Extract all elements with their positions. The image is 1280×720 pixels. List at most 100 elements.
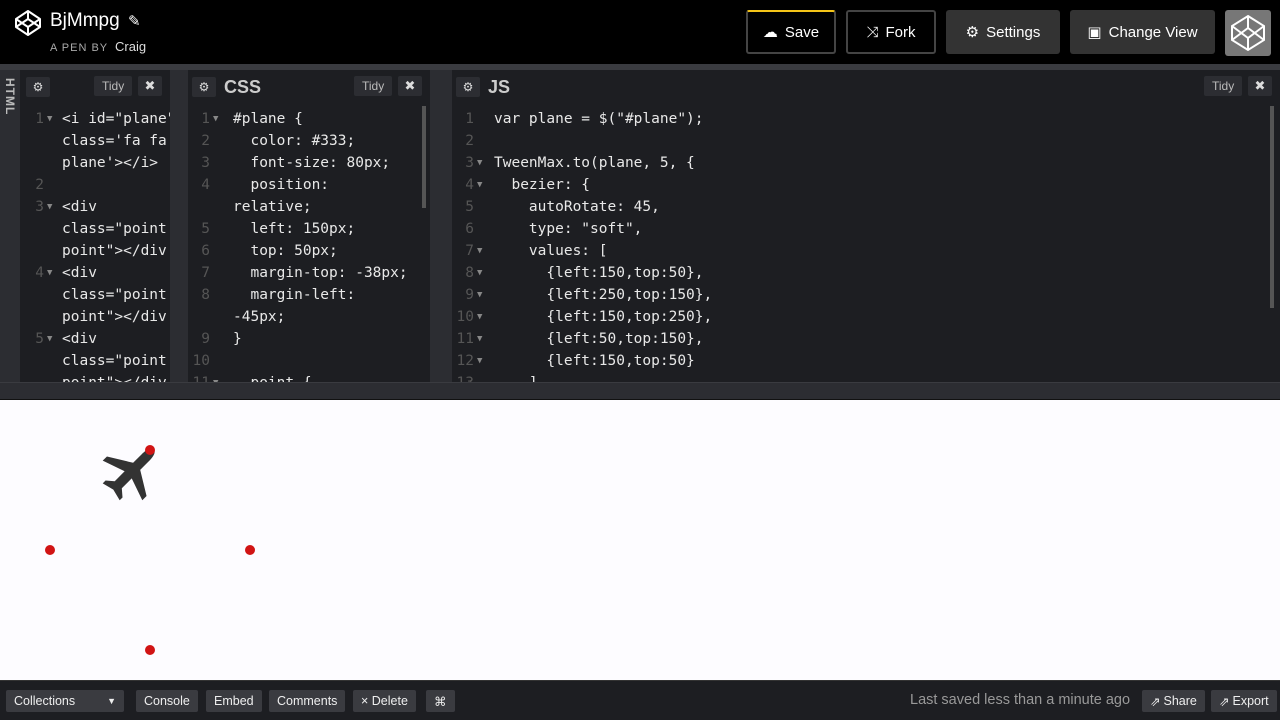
code-line[interactable]: 5 left: 150px; bbox=[188, 218, 430, 240]
code-line[interactable]: 11 ▼ {left:50,top:150}, bbox=[452, 328, 1280, 350]
code-text: class='fa fa bbox=[62, 133, 167, 149]
code-line[interactable]: 2 color: #333; bbox=[188, 130, 430, 152]
fold-arrow-icon[interactable]: ▼ bbox=[47, 328, 52, 350]
code-line[interactable]: 13 ] bbox=[452, 372, 1280, 382]
user-avatar[interactable] bbox=[1225, 10, 1271, 56]
fold-arrow-icon[interactable]: ▼ bbox=[477, 174, 482, 196]
css-tidy-button[interactable]: Tidy bbox=[354, 76, 393, 96]
code-line[interactable]: 4 position: bbox=[188, 174, 430, 196]
css-close-icon[interactable]: ✖ bbox=[398, 76, 422, 96]
code-text: .point { bbox=[233, 372, 312, 382]
js-close-icon[interactable]: ✖ bbox=[1248, 76, 1272, 96]
code-line[interactable]: 4 ▼ <div bbox=[22, 262, 170, 284]
fold-arrow-icon[interactable]: ▼ bbox=[477, 350, 482, 372]
code-line[interactable]: 1 ▼ <i id="plane" bbox=[22, 108, 170, 130]
html-close-icon[interactable]: ✖ bbox=[138, 76, 162, 96]
code-line[interactable]: 3 ▼ <div bbox=[22, 196, 170, 218]
code-line[interactable]: 4 ▼ bezier: { bbox=[452, 174, 1280, 196]
fold-arrow-icon[interactable]: ▼ bbox=[477, 240, 482, 262]
code-line[interactable]: 6 type: "soft", bbox=[452, 218, 1280, 240]
fold-arrow-icon[interactable]: ▼ bbox=[477, 284, 482, 306]
code-line[interactable]: 1 ▼ #plane { bbox=[188, 108, 430, 130]
js-code[interactable]: 1 var plane = $("#plane"); 2 3 ▼ TweenMax.to(… bbox=[452, 108, 1280, 382]
fold-arrow-icon[interactable]: ▼ bbox=[477, 262, 482, 284]
code-line[interactable]: point"></div bbox=[22, 372, 170, 382]
css-editor[interactable]: ⚙ CSS Tidy ✖ 1 ▼ #plane {2 color: #333; 3 f… bbox=[188, 70, 430, 382]
export-button[interactable]: ⇗ Export bbox=[1211, 690, 1277, 712]
line-number: 5 bbox=[35, 331, 44, 347]
code-line[interactable]: 10 ▼ {left:150,top:250}, bbox=[452, 306, 1280, 328]
css-code[interactable]: 1 ▼ #plane {2 color: #333; 3 font-size: 80p… bbox=[188, 108, 430, 382]
pen-title[interactable]: BjMmpg bbox=[50, 10, 120, 32]
code-line[interactable]: 3 font-size: 80px; bbox=[188, 152, 430, 174]
html-tidy-button[interactable]: Tidy bbox=[94, 76, 133, 96]
collections-dropdown[interactable]: Collections ▼ bbox=[6, 690, 124, 712]
settings-button[interactable]: ⚙ Settings bbox=[946, 10, 1060, 54]
fold-arrow-icon[interactable]: ▼ bbox=[213, 108, 218, 130]
html-code[interactable]: 1 ▼ <i id="plane" class='fa fa plane'></i> 2 3… bbox=[22, 108, 170, 382]
html-collapsed-strip[interactable]: HTML bbox=[0, 70, 20, 382]
css-editor-header: ⚙ CSS Tidy ✖ bbox=[188, 70, 430, 104]
code-line[interactable]: 5 autoRotate: 45, bbox=[452, 196, 1280, 218]
css-scrollbar[interactable] bbox=[422, 106, 426, 208]
change-view-button[interactable]: ▣ Change View bbox=[1070, 10, 1215, 54]
fold-arrow-icon[interactable]: ▼ bbox=[47, 108, 52, 130]
code-text: point"></div bbox=[62, 372, 167, 382]
code-line[interactable]: class="point bbox=[22, 350, 170, 372]
preview-resize-bar[interactable] bbox=[0, 382, 1280, 400]
code-line[interactable]: 9} bbox=[188, 328, 430, 350]
save-button[interactable]: ☁ Save bbox=[746, 10, 836, 54]
code-line[interactable]: 3 ▼ TweenMax.to(plane, 5, { bbox=[452, 152, 1280, 174]
code-line[interactable]: 6 top: 50px; bbox=[188, 240, 430, 262]
code-line[interactable]: -45px; bbox=[188, 306, 430, 328]
fold-arrow-icon[interactable]: ▼ bbox=[213, 372, 218, 382]
html-css-divider[interactable] bbox=[170, 70, 188, 382]
console-button[interactable]: Console bbox=[136, 690, 198, 712]
comments-button[interactable]: Comments bbox=[269, 690, 346, 712]
code-line[interactable]: 5 ▼ <div bbox=[22, 328, 170, 350]
fold-arrow-icon[interactable]: ▼ bbox=[477, 328, 482, 350]
code-line[interactable]: 7 margin-top: -38px; bbox=[188, 262, 430, 284]
code-text: {left:150,top:250}, bbox=[494, 309, 713, 325]
byline: A PEN BY Craig bbox=[50, 39, 146, 54]
code-line[interactable]: 1 var plane = $("#plane"); bbox=[452, 108, 1280, 130]
delete-button[interactable]: × Delete bbox=[353, 690, 416, 712]
code-line[interactable]: 12 ▼ {left:150,top:50} bbox=[452, 350, 1280, 372]
fold-arrow-icon[interactable]: ▼ bbox=[477, 152, 482, 174]
code-line[interactable]: 2 bbox=[452, 130, 1280, 152]
code-line[interactable]: class="point bbox=[22, 218, 170, 240]
code-line[interactable]: 7 ▼ values: [ bbox=[452, 240, 1280, 262]
code-line[interactable]: 10 bbox=[188, 350, 430, 372]
js-tidy-button[interactable]: Tidy bbox=[1204, 76, 1243, 96]
code-line[interactable]: 8 ▼ {left:150,top:50}, bbox=[452, 262, 1280, 284]
code-line[interactable]: 11▼ .point { bbox=[188, 372, 430, 382]
keyboard-shortcuts-button[interactable]: ⌘ bbox=[426, 690, 455, 712]
code-line[interactable]: point"></div bbox=[22, 240, 170, 262]
fold-arrow-icon[interactable]: ▼ bbox=[477, 306, 482, 328]
plane-icon bbox=[102, 448, 155, 501]
code-line[interactable]: 9 ▼ {left:250,top:150}, bbox=[452, 284, 1280, 306]
js-settings-gear-icon[interactable]: ⚙ bbox=[456, 77, 480, 97]
js-scrollbar[interactable] bbox=[1270, 106, 1274, 308]
code-line[interactable]: class='fa fa bbox=[22, 130, 170, 152]
code-line[interactable]: class="point bbox=[22, 284, 170, 306]
html-settings-gear-icon[interactable]: ⚙ bbox=[26, 77, 50, 97]
preview-pane[interactable] bbox=[0, 400, 1280, 680]
edit-pencil-icon[interactable]: ✎ bbox=[128, 12, 141, 30]
code-line[interactable]: 2 bbox=[22, 174, 170, 196]
fold-arrow-icon[interactable]: ▼ bbox=[47, 196, 52, 218]
codepen-logo-icon[interactable] bbox=[14, 9, 42, 37]
code-line[interactable]: plane'></i> bbox=[22, 152, 170, 174]
css-settings-gear-icon[interactable]: ⚙ bbox=[192, 77, 216, 97]
fold-arrow-icon[interactable]: ▼ bbox=[47, 262, 52, 284]
code-line[interactable]: 8 margin-left: bbox=[188, 284, 430, 306]
embed-button[interactable]: Embed bbox=[206, 690, 262, 712]
code-line[interactable]: point"></div bbox=[22, 306, 170, 328]
share-button[interactable]: ⇗ Share bbox=[1142, 690, 1205, 712]
css-js-divider[interactable] bbox=[430, 70, 452, 382]
js-editor[interactable]: ⚙ JS Tidy ✖ 1 var plane = $("#plane"); 2 3 ▼… bbox=[452, 70, 1280, 382]
code-line[interactable]: relative; bbox=[188, 196, 430, 218]
fork-button[interactable]: ⤨ Fork bbox=[846, 10, 936, 54]
author-link[interactable]: Craig bbox=[115, 39, 146, 54]
html-editor[interactable]: ⚙ Tidy ✖ 1 ▼ <i id="plane" class='fa fa plan… bbox=[22, 70, 170, 382]
